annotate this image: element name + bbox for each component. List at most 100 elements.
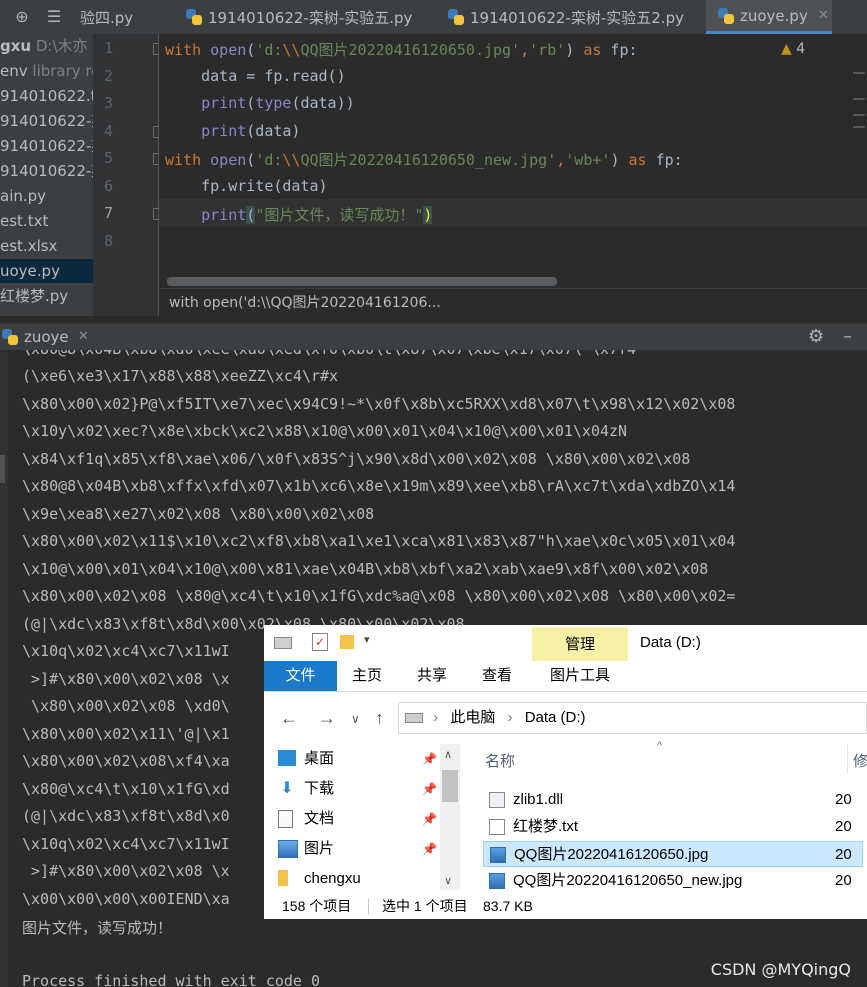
project-item[interactable]: 914010622-栾: [0, 109, 93, 133]
project-item[interactable]: 914010622-栾: [0, 159, 93, 183]
pin-icon[interactable]: 📌: [422, 774, 437, 804]
project-item[interactable]: 914010622-栾: [0, 134, 93, 158]
line-number: 4: [103, 122, 113, 140]
breadcrumb[interactable]: with open('d:\\QQ图片202204161206...: [159, 288, 867, 316]
tab-exp5[interactable]: 1914010622-栾树-实验五.py: [186, 0, 436, 34]
recent-dropdown-icon[interactable]: ∨: [351, 712, 360, 726]
manage-tab[interactable]: 管理: [532, 627, 628, 661]
column-divider[interactable]: [847, 744, 848, 774]
nav-item-pictures[interactable]: 图片 📌: [278, 834, 437, 864]
tab-file[interactable]: 文件: [264, 661, 337, 691]
code-line-1: with open('d:\\QQ图片20220416120650.jpg','…: [165, 39, 638, 60]
back-arrow-icon[interactable]: ←: [280, 708, 298, 729]
code-text: (: [246, 94, 256, 112]
tab-home[interactable]: 主页: [342, 661, 392, 691]
nav-item-downloads[interactable]: ⬇ 下载 📌: [280, 774, 437, 804]
file-row-qq-image-new[interactable]: QQ图片20220416120650_new.jpg 20: [483, 868, 863, 894]
scroll-marker: [853, 72, 865, 74]
code-text: (data): [246, 122, 301, 140]
file-row-zlib[interactable]: zlib1.dll 20: [483, 787, 863, 813]
minimize-icon[interactable]: –: [843, 326, 852, 347]
code-text: ): [565, 41, 584, 59]
nav-item-chengxu[interactable]: chengxu: [278, 864, 361, 894]
pin-icon[interactable]: 📌: [422, 744, 437, 774]
column-header-modified[interactable]: 修: [853, 750, 867, 771]
builtin: print: [201, 94, 247, 112]
ribbon-tabs: 文件 主页 共享 查看 图片工具: [264, 661, 867, 692]
code-line-7: print("图片文件，读写成功！"): [165, 204, 433, 225]
nav-item-desktop[interactable]: 桌面 📌: [278, 744, 437, 774]
project-item[interactable]: 红楼梦.py: [0, 284, 93, 308]
up-arrow-icon[interactable]: ↑: [375, 708, 384, 729]
close-icon[interactable]: ✕: [818, 8, 829, 23]
pin-icon[interactable]: 📌: [422, 804, 437, 834]
nav-label: 桌面: [304, 750, 335, 767]
code-text: (: [246, 41, 256, 59]
warning-indicator[interactable]: ▲ 4: [781, 41, 805, 57]
project-item-label: env: [0, 62, 28, 80]
horizontal-scrollbar[interactable]: [167, 277, 557, 286]
string: 'd:: [255, 41, 283, 59]
crosshair-icon[interactable]: ⊕: [12, 7, 32, 27]
project-item[interactable]: ain.py: [0, 184, 93, 208]
folder-icon[interactable]: [340, 635, 354, 649]
properties-icon[interactable]: ✓: [312, 633, 328, 651]
string: 'd:: [255, 151, 283, 169]
collapse-icon[interactable]: ☰: [44, 7, 64, 27]
item-count: 158 个项目: [282, 898, 352, 914]
project-root[interactable]: gxu D:\木亦: [0, 34, 93, 58]
navigation-pane: 桌面 📌 ⬇ 下载 📌 文档 📌 图片 📌 chengxu: [264, 744, 461, 894]
project-item-venv[interactable]: env library ro: [0, 59, 93, 83]
code-text: (: [246, 151, 256, 169]
console-scroll-marker: [0, 455, 5, 483]
tab-picture-tools[interactable]: 图片工具: [532, 661, 628, 691]
console-line: \x80@8\x04B\xb8\xd0\xee\xa0\xed\xf0\xb0\…: [22, 350, 636, 358]
project-item-selected[interactable]: uoye.py: [0, 259, 93, 283]
console-line: \x00\x00\x00\x00IEND\xa: [22, 890, 230, 908]
column-header-name[interactable]: 名称: [485, 750, 515, 771]
python-file-icon: [2, 329, 18, 345]
breadcrumb-this-pc[interactable]: 此电脑: [450, 709, 495, 726]
file-name: QQ图片20220416120650.jpg: [514, 846, 709, 863]
project-item[interactable]: 914010622.tx: [0, 84, 93, 108]
code-editor[interactable]: with open('d:\\QQ图片20220416120650.jpg','…: [159, 34, 867, 316]
file-list: 名称 ^ 修 zlib1.dll 20 红楼梦.txt 20 QQ图片2022041…: [461, 740, 867, 894]
sort-ascending-icon: ^: [657, 740, 663, 752]
line-number: 6: [103, 177, 113, 195]
comma: ,: [556, 151, 566, 169]
project-panel: gxu D:\木亦 env library ro 914010622.tx 91…: [0, 34, 93, 316]
project-item[interactable]: est.xlsx: [0, 234, 93, 258]
address-bar[interactable]: › 此电脑 › Data (D:): [398, 702, 867, 734]
project-root-label: gxu: [0, 37, 32, 55]
scroll-thumb[interactable]: [442, 770, 458, 802]
warning-icon: ▲: [781, 41, 792, 57]
code-line-2: data = fp.read(): [165, 67, 346, 85]
tab-exp4[interactable]: 验四.py: [80, 0, 172, 34]
breadcrumb-drive-d[interactable]: Data (D:): [525, 709, 586, 726]
nav-item-documents[interactable]: 文档 📌: [278, 804, 437, 834]
file-row-qq-image[interactable]: QQ图片20220416120650.jpg 20: [483, 841, 863, 867]
close-icon[interactable]: ✕: [78, 329, 89, 344]
scroll-down-icon[interactable]: ∨: [444, 874, 452, 887]
tab-view[interactable]: 查看: [472, 661, 522, 691]
tab-zuoye[interactable]: zuoye.py ✕: [706, 0, 832, 34]
project-item-label: est.txt: [0, 212, 49, 230]
project-item[interactable]: est.txt: [0, 209, 93, 233]
nav-scrollbar[interactable]: ∧ ∨: [440, 744, 460, 890]
project-item-extra: library ro: [32, 62, 93, 80]
project-item-label: 914010622-栾: [0, 112, 93, 130]
file-explorer-window: ✓ ▾ 管理 Data (D:) 文件 主页 共享 查看 图片工具 ← → ∨ …: [264, 625, 867, 919]
file-name: 红楼梦.txt: [513, 818, 579, 835]
quick-access-dropdown-icon[interactable]: ▾: [364, 633, 370, 646]
tab-share[interactable]: 共享: [407, 661, 457, 691]
forward-arrow-icon[interactable]: →: [318, 708, 336, 729]
pin-icon[interactable]: 📌: [422, 834, 437, 864]
selected-count: 选中 1 个项目: [382, 898, 468, 914]
tab-exp5-2[interactable]: 1914010622-栾树-实验五2.py: [448, 0, 698, 34]
gear-icon[interactable]: ⚙: [808, 326, 824, 347]
scroll-up-icon[interactable]: ∧: [444, 748, 452, 761]
file-modified: 20: [835, 846, 852, 863]
run-tab-label[interactable]: zuoye: [24, 328, 69, 346]
file-row-hongloumeng[interactable]: 红楼梦.txt 20: [483, 814, 863, 840]
